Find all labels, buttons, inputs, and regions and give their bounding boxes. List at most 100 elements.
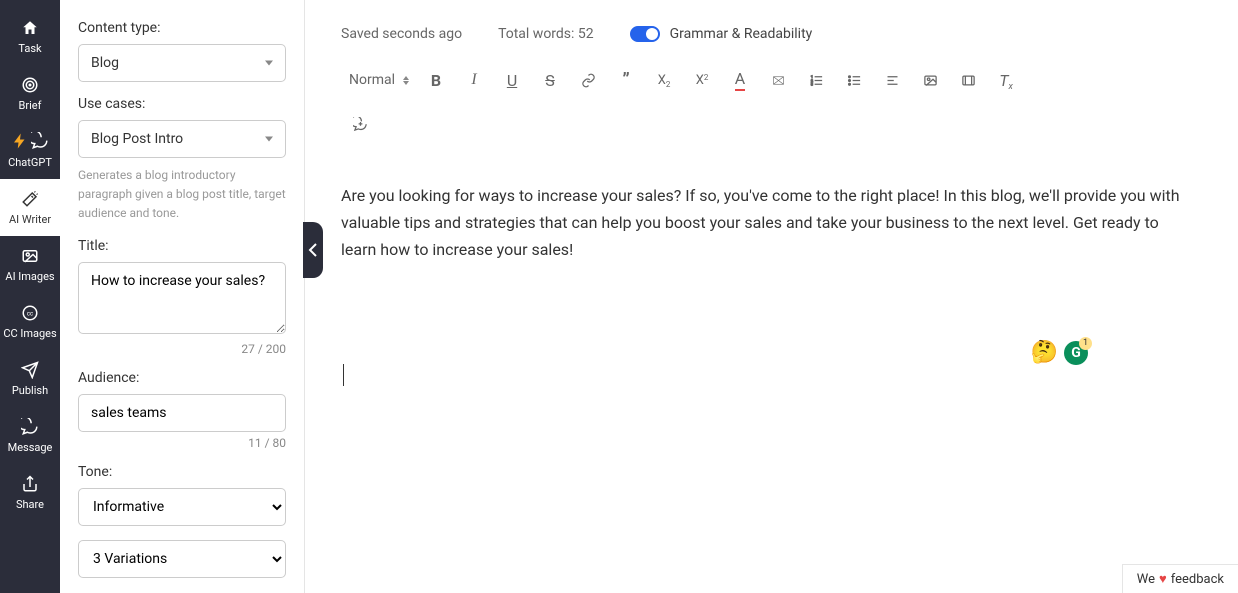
audience-input[interactable] xyxy=(78,394,286,432)
word-count: Total words: 52 xyxy=(498,26,594,42)
editor-area: Saved seconds ago Total words: 52 Gramma… xyxy=(305,0,1238,593)
magic-wand-icon xyxy=(20,189,40,209)
use-cases-label: Use cases: xyxy=(78,96,286,112)
add-comment-button[interactable] xyxy=(341,106,379,142)
content-type-value: Blog xyxy=(91,55,119,71)
nav-label: Share xyxy=(16,498,44,511)
collapse-panel-button[interactable] xyxy=(303,222,323,278)
heading-select[interactable]: Normal xyxy=(341,62,417,98)
link-icon xyxy=(581,73,596,88)
nav-publish[interactable]: Publish xyxy=(0,350,60,407)
heading-value: Normal xyxy=(349,72,395,88)
grammar-label: Grammar & Readability xyxy=(670,26,813,42)
comment-plus-icon xyxy=(353,117,368,132)
use-cases-help: Generates a blog introductory paragraph … xyxy=(78,166,286,224)
nav-cc-images[interactable]: cc CC Images xyxy=(0,293,60,350)
video-icon xyxy=(961,73,976,88)
underline-button[interactable]: U xyxy=(493,62,531,98)
editor-content[interactable]: Are you looking for ways to increase you… xyxy=(305,152,1238,416)
editor-topbar: Saved seconds ago Total words: 52 Gramma… xyxy=(305,0,1238,54)
text-color-button[interactable]: A xyxy=(721,62,759,98)
use-cases-select[interactable]: Blog Post Intro xyxy=(78,120,286,158)
underline-icon: U xyxy=(507,71,517,90)
use-cases-value: Blog Post Intro xyxy=(91,131,183,147)
cc-icon: cc xyxy=(20,303,40,323)
audience-label: Audience: xyxy=(78,370,286,386)
saved-status: Saved seconds ago xyxy=(341,26,462,42)
ordered-list-icon: 123 xyxy=(809,73,824,88)
tone-label: Tone: xyxy=(78,464,286,480)
nav-label: Publish xyxy=(12,384,48,397)
nav-brief[interactable]: Brief xyxy=(0,65,60,122)
quote-button[interactable]: ” xyxy=(607,62,645,98)
tone-select[interactable]: Informative xyxy=(78,488,286,526)
superscript-icon: X2 xyxy=(696,73,709,88)
svg-text:3: 3 xyxy=(810,82,812,86)
content-type-label: Content type: xyxy=(78,20,286,36)
grammar-toggle[interactable] xyxy=(630,26,660,42)
italic-button[interactable]: I xyxy=(455,62,493,98)
clear-format-button[interactable]: Tx xyxy=(987,62,1025,98)
chatgpt-icon xyxy=(20,132,40,152)
grammarly-widget[interactable]: G1 xyxy=(1064,341,1088,365)
image-icon xyxy=(20,246,40,266)
nav-ai-writer[interactable]: AI Writer xyxy=(0,179,60,236)
settings-panel: Content type: Blog Use cases: Blog Post … xyxy=(60,0,305,593)
target-icon xyxy=(20,75,40,95)
image-button[interactable] xyxy=(911,62,949,98)
title-textarea[interactable] xyxy=(78,262,286,334)
subscript-button[interactable]: X2 xyxy=(645,62,683,98)
video-button[interactable] xyxy=(949,62,987,98)
heart-icon: ♥ xyxy=(1159,571,1167,587)
insert-image-icon xyxy=(923,73,938,88)
superscript-button[interactable]: X2 xyxy=(683,62,721,98)
align-icon xyxy=(885,73,900,88)
home-icon xyxy=(20,18,40,38)
variations-select[interactable]: 3 Variations xyxy=(78,540,286,578)
chevron-left-icon xyxy=(308,243,318,257)
link-button[interactable] xyxy=(569,62,607,98)
nav-task[interactable]: Task xyxy=(0,8,60,65)
highlight-icon xyxy=(771,73,786,88)
quote-icon: ” xyxy=(622,70,629,91)
nav-label: Brief xyxy=(19,99,42,112)
main-nav: Task Brief ChatGPT AI Writer AI Images c… xyxy=(0,0,60,593)
svg-text:cc: cc xyxy=(27,310,33,317)
nav-label: Task xyxy=(18,42,41,55)
content-paragraph: Are you looking for ways to increase you… xyxy=(341,182,1182,264)
nav-share[interactable]: Share xyxy=(0,464,60,521)
subscript-icon: X2 xyxy=(658,73,671,88)
editor-toolbar: Normal B I U S ” X2 X2 A 123 Tx xyxy=(305,54,1238,106)
nav-ai-images[interactable]: AI Images xyxy=(0,236,60,293)
title-label: Title: xyxy=(78,238,286,254)
bold-icon: B xyxy=(431,71,441,90)
highlight-button[interactable] xyxy=(759,62,797,98)
nav-label: Message xyxy=(8,441,53,454)
unordered-list-button[interactable] xyxy=(835,62,873,98)
nav-label: AI Writer xyxy=(9,213,51,226)
italic-icon: I xyxy=(471,71,476,89)
thinking-emoji-icon[interactable]: 🤔 xyxy=(1031,340,1058,365)
feedback-post: feedback xyxy=(1171,572,1224,587)
feedback-button[interactable]: We ♥ feedback xyxy=(1122,564,1238,593)
text-cursor xyxy=(343,364,344,386)
share-icon xyxy=(20,474,40,494)
text-color-icon: A xyxy=(735,69,745,91)
feedback-pre: We xyxy=(1137,572,1155,587)
grammarly-badge: 1 xyxy=(1079,337,1092,350)
nav-chatgpt[interactable]: ChatGPT xyxy=(0,122,60,179)
nav-message[interactable]: Message xyxy=(0,407,60,464)
chevron-updown-icon xyxy=(403,76,409,85)
align-button[interactable] xyxy=(873,62,911,98)
ordered-list-button[interactable]: 123 xyxy=(797,62,835,98)
content-type-select[interactable]: Blog xyxy=(78,44,286,82)
nav-label: CC Images xyxy=(3,327,56,340)
bold-button[interactable]: B xyxy=(417,62,455,98)
send-icon xyxy=(20,360,40,380)
nav-label: ChatGPT xyxy=(8,156,52,169)
strikethrough-button[interactable]: S xyxy=(531,62,569,98)
unordered-list-icon xyxy=(847,73,862,88)
nav-label: AI Images xyxy=(5,270,54,283)
clear-format-icon: Tx xyxy=(999,71,1013,90)
chat-icon xyxy=(20,417,40,437)
